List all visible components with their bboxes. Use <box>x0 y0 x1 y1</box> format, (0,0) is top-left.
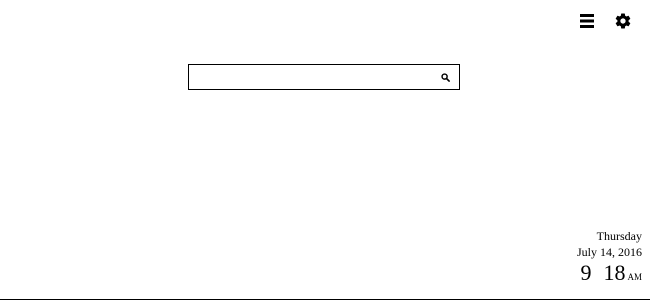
clock-hour: 9 <box>580 260 592 285</box>
menu-button[interactable] <box>576 10 598 32</box>
clock-day: Thursday <box>596 229 642 243</box>
clock-time: 9 18 AM <box>577 261 642 289</box>
gear-icon <box>615 13 631 29</box>
top-toolbar <box>576 10 634 32</box>
new-tab-page: Thursday July 14, 2016 9 18 AM <box>0 0 650 301</box>
search-button[interactable] <box>435 65 455 89</box>
clock-minute: 18 <box>603 260 626 285</box>
hamburger-menu-icon <box>580 14 594 28</box>
clock-date: July 14, 2016 <box>576 245 642 259</box>
search-bar <box>188 64 460 90</box>
clock-widget: Thursday July 14, 2016 9 18 AM <box>577 228 642 289</box>
clock-ampm: AM <box>627 272 642 282</box>
search-icon <box>440 72 450 82</box>
bottom-divider <box>0 299 650 300</box>
settings-button[interactable] <box>612 10 634 32</box>
search-input[interactable] <box>189 65 435 89</box>
